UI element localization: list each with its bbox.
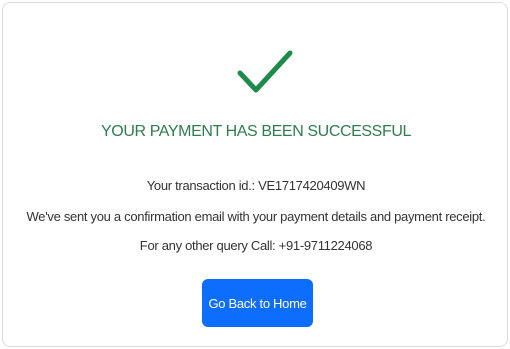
support-phone-text: For any other query Call: +91-9711224068 xyxy=(139,238,373,253)
checkmark-icon xyxy=(237,49,293,95)
transaction-id-text: Your transaction id.: VE1717420409WN xyxy=(146,178,366,193)
success-title: YOUR PAYMENT HAS BEEN SUCCESSFUL xyxy=(101,123,411,140)
confirmation-email-text: We've sent you a confirmation email with… xyxy=(26,209,486,224)
payment-success-card: YOUR PAYMENT HAS BEEN SUCCESSFUL Your tr… xyxy=(2,2,508,347)
go-back-home-button[interactable]: Go Back to Home xyxy=(202,279,313,327)
